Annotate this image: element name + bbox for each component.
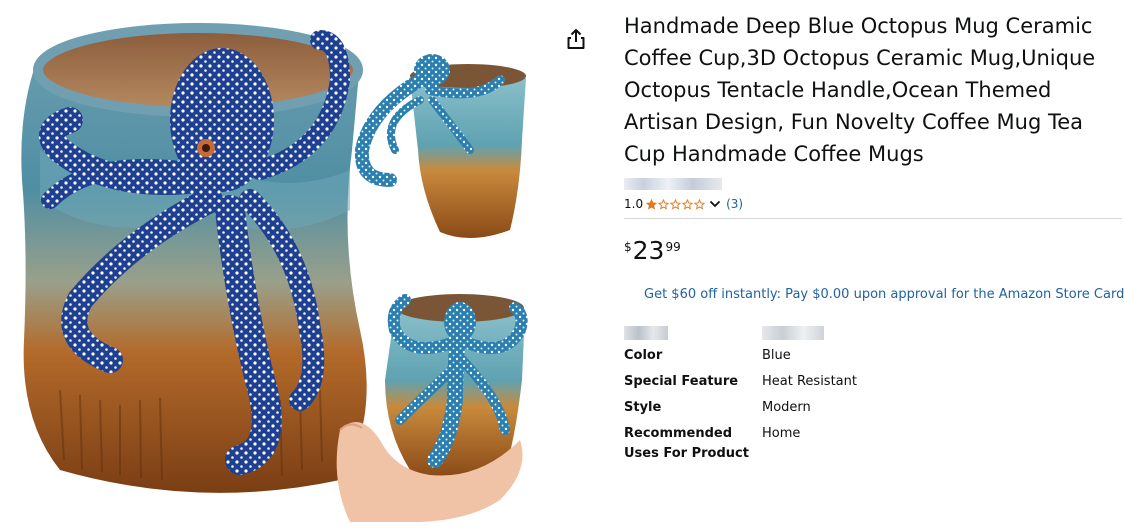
spec-value: Modern: [762, 400, 811, 415]
chevron-down-icon[interactable]: [709, 199, 721, 209]
spec-key: Style: [624, 400, 662, 415]
spec-value: Home: [762, 426, 801, 441]
star-icon: [694, 198, 706, 210]
star-icon: [670, 198, 682, 210]
star-icon: [682, 198, 694, 210]
spec-key-blurred: [624, 326, 668, 340]
rating-count-link[interactable]: (3): [726, 197, 743, 211]
star-icon: [646, 198, 658, 210]
spec-row-blurred: [624, 320, 1124, 346]
spec-value: Heat Resistant: [762, 374, 857, 389]
product-image-gallery[interactable]: [0, 0, 560, 527]
spec-value-blurred: [762, 326, 824, 340]
price-symbol: $: [624, 240, 632, 254]
divider: [624, 218, 1122, 219]
rating-value: 1.0: [624, 197, 644, 211]
spec-row-color: Color Blue: [624, 346, 1124, 372]
share-icon: [567, 29, 585, 49]
product-title: Handmade Deep Blue Octopus Mug Ceramic C…: [624, 14, 1096, 166]
spec-key: Special Feature: [624, 374, 739, 389]
spec-key: Color: [624, 348, 663, 363]
spec-row-style: Style Modern: [624, 398, 1124, 424]
spec-value: Blue: [762, 348, 791, 363]
star-icon: [658, 198, 670, 210]
price-whole: 23: [632, 236, 665, 265]
price-fraction: 99: [665, 240, 681, 254]
share-button[interactable]: [566, 28, 586, 50]
brand-store-link-blurred[interactable]: [624, 178, 722, 190]
product-specs-table: Color Blue Special Feature Heat Resistan…: [624, 320, 1124, 464]
spec-key: Recommended Uses For Product: [624, 426, 749, 461]
store-card-promo-link[interactable]: Get $60 off instantly: Pay $0.00 upon ap…: [644, 287, 1124, 302]
rating-row: 1.0 (3): [624, 196, 1124, 212]
product-image: [21, 23, 528, 522]
star-rating[interactable]: [646, 198, 706, 210]
spec-row-special-feature: Special Feature Heat Resistant: [624, 372, 1124, 398]
price: $ 23 99: [624, 237, 1124, 267]
product-details-panel: Handmade Deep Blue Octopus Mug Ceramic C…: [624, 10, 1124, 464]
spec-row-recommended-uses: Recommended Uses For Product Home: [624, 424, 1124, 464]
